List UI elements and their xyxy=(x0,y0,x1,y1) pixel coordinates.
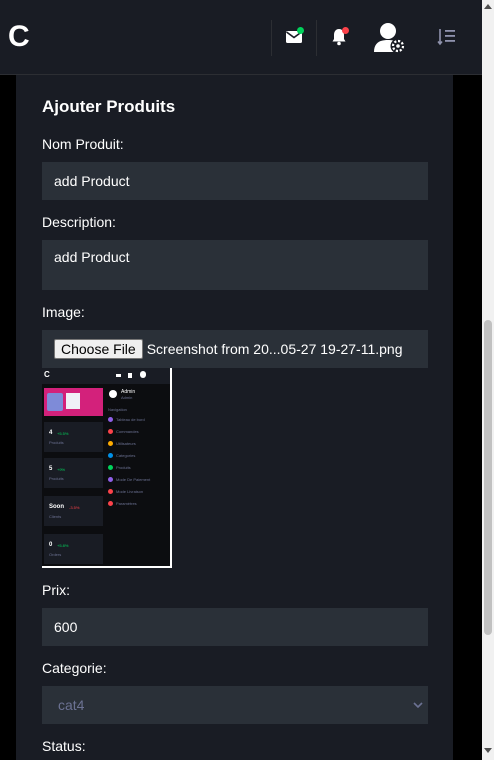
image-preview: C Admin Admin Navigation Tableau de bord… xyxy=(42,368,172,568)
price-input[interactable]: 600 xyxy=(42,608,428,646)
top-navbar: C xyxy=(0,0,482,75)
description-value: add Product xyxy=(54,249,130,265)
preview-stat-card: 5 +9% Produits xyxy=(44,458,103,488)
preview-nav-item: Produits xyxy=(108,465,150,477)
preview-nav-heading: Navigation xyxy=(108,407,127,412)
form-title: Ajouter Produits xyxy=(42,97,176,116)
preview-stat-card: 4 +5.5% Produits xyxy=(44,422,103,452)
preview-nav-item: Paramètres xyxy=(108,501,150,513)
preview-nav-item: Categories xyxy=(108,453,150,465)
page-scrollbar[interactable] xyxy=(482,0,494,760)
preview-mail-icon xyxy=(116,374,121,377)
user-settings-icon[interactable] xyxy=(372,21,408,55)
preview-nav-item: Mode Livraison xyxy=(108,489,150,501)
image-file-input[interactable]: Choose File Screenshot from 20...05-27 1… xyxy=(42,330,428,368)
preview-nav-list: Tableau de bord Commandes Utilisateurs C… xyxy=(108,417,150,513)
preview-nav-item: Tableau de bord xyxy=(108,417,150,429)
description-textarea[interactable]: add Product xyxy=(42,240,428,290)
product-name-input[interactable]: add Product xyxy=(42,162,428,200)
navbar-divider xyxy=(271,20,272,56)
category-selected-value: cat4 xyxy=(58,697,85,713)
preview-topbar: C xyxy=(42,368,170,384)
bell-badge xyxy=(342,27,349,34)
brand-logo[interactable]: C xyxy=(8,20,30,54)
preview-illustration xyxy=(66,393,80,409)
name-label: Nom Produit: xyxy=(42,136,124,152)
sort-list-icon[interactable] xyxy=(437,28,457,46)
product-name-value: add Product xyxy=(54,173,130,189)
description-label: Description: xyxy=(42,214,116,230)
preview-screenshot: C Admin Admin Navigation Tableau de bord… xyxy=(42,368,170,566)
preview-sidebar: Admin Admin Navigation Tableau de bord C… xyxy=(105,384,170,566)
chevron-down-icon xyxy=(413,702,423,709)
preview-nav-item: Commandes xyxy=(108,429,150,441)
price-value: 600 xyxy=(54,619,78,635)
scroll-down-arrow[interactable] xyxy=(484,748,492,753)
preview-admin-role: Admin xyxy=(121,395,133,400)
image-label: Image: xyxy=(42,304,85,320)
page-margin-right xyxy=(453,75,482,760)
preview-user-icon xyxy=(140,371,146,378)
scroll-up-arrow[interactable] xyxy=(484,4,492,9)
navbar-divider xyxy=(316,20,317,56)
preview-nav-item: Mode De Paiement xyxy=(108,477,150,489)
page-margin-left xyxy=(0,75,16,760)
choose-file-button[interactable]: Choose File xyxy=(54,339,143,359)
selected-file-name: Screenshot from 20...05-27 19-27-11.png xyxy=(146,341,403,357)
preview-illustration xyxy=(47,393,63,411)
preview-banner xyxy=(44,388,103,416)
preview-bell-icon xyxy=(128,373,132,378)
preview-nav-item: Utilisateurs xyxy=(108,441,150,453)
price-label: Prix: xyxy=(42,582,70,598)
mail-badge xyxy=(297,27,304,34)
add-product-card: Ajouter Produits Nom Produit: add Produc… xyxy=(16,75,453,760)
preview-stat-card: 0 +5.8% Orders xyxy=(44,534,103,564)
preview-logo: C xyxy=(44,370,50,379)
status-label: Status: xyxy=(42,738,86,754)
scroll-thumb[interactable] xyxy=(484,320,492,635)
preview-stat-card: Soon -3.5% Clients xyxy=(44,496,103,526)
category-label: Categorie: xyxy=(42,660,107,676)
preview-avatar xyxy=(109,390,117,398)
category-select[interactable]: cat4 xyxy=(42,686,428,724)
